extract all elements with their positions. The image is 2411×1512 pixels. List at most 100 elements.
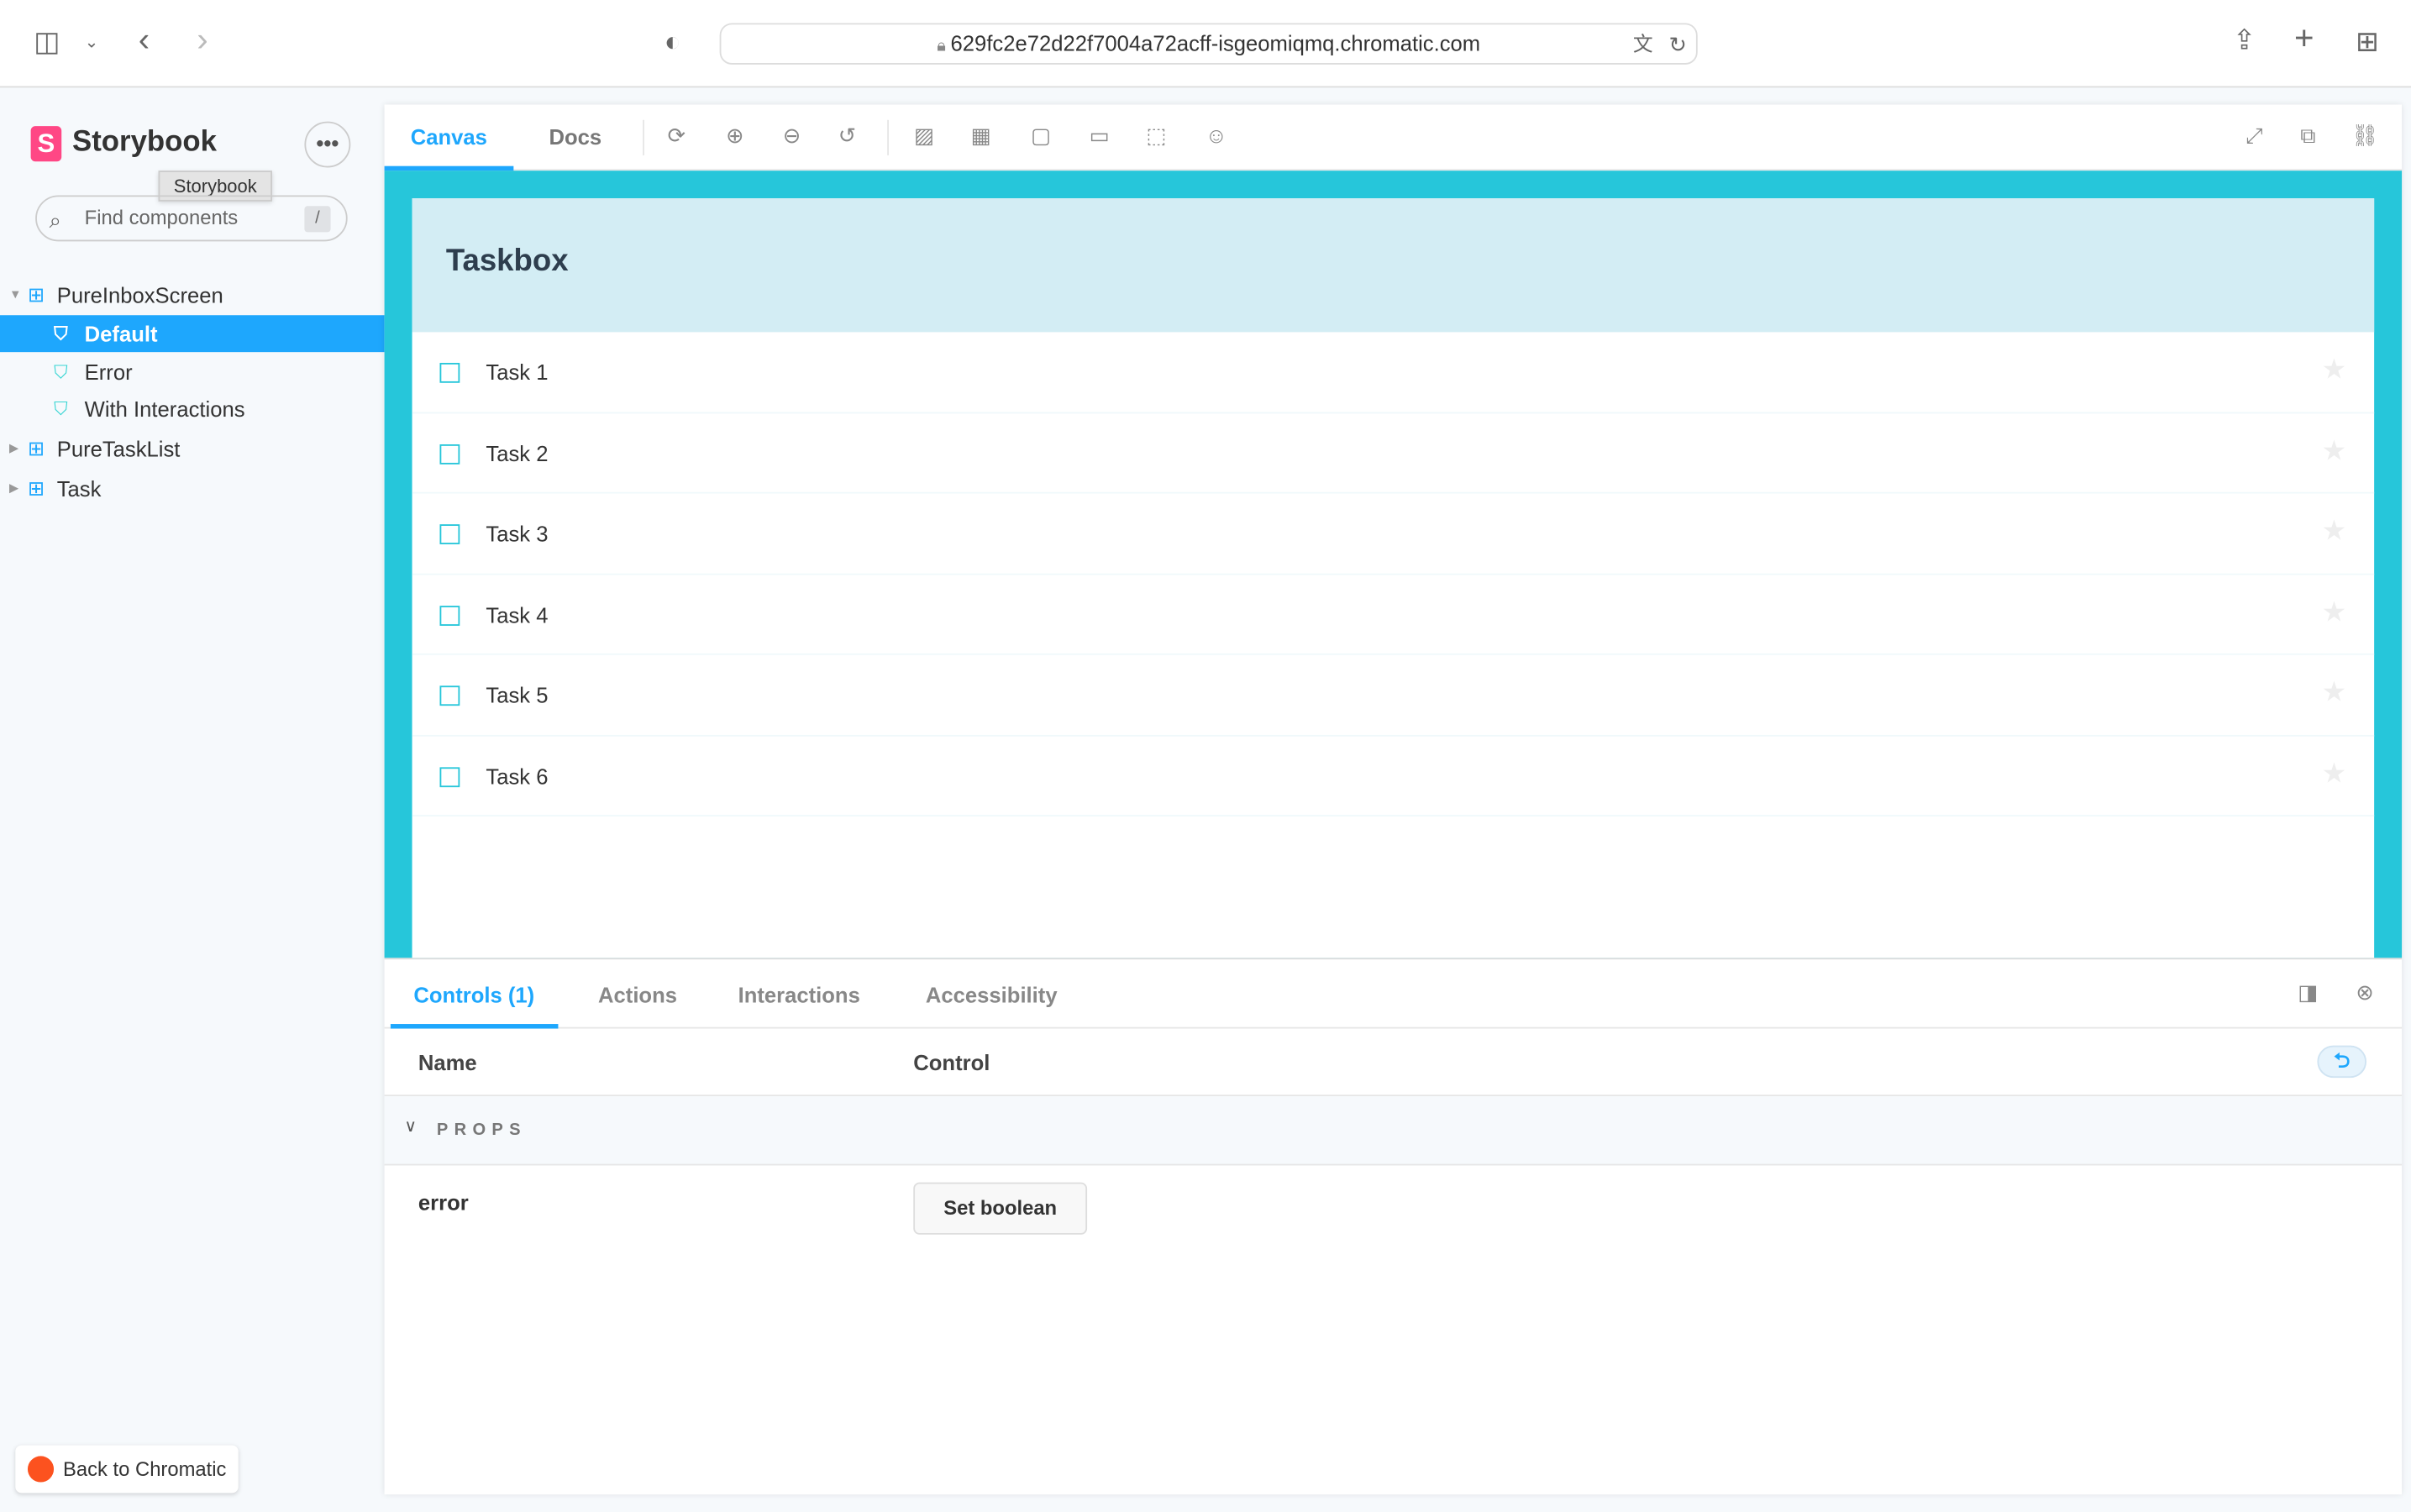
address-bar[interactable]: 🔒︎ 629fc2e72d22f7004a72acff-isgeomiqmq.c… [719, 23, 1698, 65]
task-title[interactable]: Task 6 [486, 764, 548, 788]
task-row: Task 2 ★ [412, 412, 2375, 494]
taskbox: Taskbox Task 1 ★ Task 2 ★ Task 3 ★ Task 4 ★ Task… [412, 198, 2375, 958]
controls-header: Name Control ⮌ [384, 1029, 2403, 1097]
browser-toolbar: ◫ ⌄ ‹ › ◐ 🔒︎ 629fc2e72d22f7004a72acff-is… [0, 0, 2411, 88]
task-row: Task 6 ★ [412, 736, 2375, 816]
caret-right-icon: ▶ [8, 480, 19, 496]
task-title[interactable]: Task 3 [486, 522, 548, 546]
chromatic-logo-icon [27, 1456, 55, 1483]
props-section[interactable]: ∨ PROPS [384, 1096, 2403, 1166]
shortcut-key: / [304, 206, 331, 233]
sidebar-item-default[interactable]: ⛉ Default [0, 315, 385, 353]
reload-icon[interactable]: ↻ [1668, 29, 1686, 60]
bookmark-icon: ⛉ [54, 398, 68, 420]
chevron-down-icon: ∨ [404, 1117, 418, 1137]
fullscreen-icon[interactable]: ⤢ [2240, 123, 2268, 149]
back-icon[interactable]: ‹ [139, 23, 150, 56]
search-input[interactable]: ⌕ Find components / [35, 195, 348, 242]
task-title[interactable]: Task 5 [486, 683, 548, 707]
task-title[interactable]: Task 4 [486, 602, 548, 627]
search-placeholder: Find components [84, 206, 239, 229]
zoom-out-icon[interactable]: ⊖ [778, 123, 806, 149]
task-title[interactable]: Task 2 [486, 440, 548, 465]
task-title[interactable]: Task 1 [486, 360, 548, 384]
back-to-chromatic-button[interactable]: Back to Chromatic [15, 1445, 239, 1494]
share-icon[interactable]: ⇪ [2233, 24, 2256, 55]
storybook-logo: S [30, 126, 62, 162]
sidebar-item-task[interactable]: ▶ ⊞ Task [0, 470, 385, 507]
component-icon: ⊞ [27, 436, 45, 460]
preview-toolbar: Canvas Docs ⟳ ⊕ ⊖ ↺ ▨ ▦ ▢ ▭ ⬚ ☺ ⤢ ⧉ ⛓ [384, 104, 2403, 171]
tab-canvas[interactable]: Canvas [384, 104, 514, 171]
control-header: Control [913, 1050, 990, 1075]
sidebar-item-with-interactions[interactable]: ⛉ With Interactions [0, 391, 385, 428]
sidebar-item-pureinboxscreen[interactable]: ▼ ⊞ PureInboxScreen [0, 276, 385, 313]
tab-accessibility[interactable]: Accessibility [926, 959, 1058, 1028]
task-checkbox[interactable] [439, 524, 460, 544]
item-label: Default [84, 321, 158, 346]
tab-interactions[interactable]: Interactions [738, 959, 860, 1028]
task-row: Task 3 ★ [412, 494, 2375, 575]
copy-link-icon[interactable]: ⛓ [2351, 123, 2379, 149]
tab-actions[interactable]: Actions [598, 959, 677, 1028]
menu-button[interactable]: ••• [304, 121, 351, 168]
component-icon: ⊞ [27, 282, 45, 307]
bookmark-icon: ⛉ [54, 323, 68, 345]
section-label: PROPS [436, 1121, 527, 1140]
panel-orientation-icon[interactable]: ◨ [2294, 979, 2322, 1005]
star-icon[interactable]: ★ [2322, 434, 2347, 466]
translate-icon[interactable]: 文 [1633, 29, 1653, 60]
control-row: error Set boolean [385, 1165, 2402, 1257]
lock-icon: 🔒︎ [937, 36, 951, 55]
reset-controls-button[interactable]: ⮌ [2317, 1045, 2366, 1079]
name-header: Name [418, 1050, 477, 1075]
task-row: Task 5 ★ [412, 655, 2375, 736]
zoom-reset-icon[interactable]: ↺ [833, 123, 861, 149]
task-row: Task 1 ★ [412, 332, 2375, 413]
set-boolean-button[interactable]: Set boolean [913, 1182, 1088, 1235]
prop-name: error [418, 1189, 469, 1215]
star-icon[interactable]: ★ [2322, 757, 2347, 789]
remount-icon[interactable]: ⟳ [663, 123, 691, 149]
star-icon[interactable]: ★ [2322, 676, 2347, 708]
zoom-in-icon[interactable]: ⊕ [721, 123, 749, 149]
sidebar-item-puretasklist[interactable]: ▶ ⊞ PureTaskList [0, 431, 385, 468]
tab-docs[interactable]: Docs [549, 104, 601, 171]
task-checkbox[interactable] [439, 766, 460, 787]
item-label: Task [56, 476, 102, 501]
shield-icon[interactable]: ◐ [664, 26, 681, 57]
open-new-tab-icon[interactable]: ⧉ [2294, 123, 2322, 149]
outline-icon[interactable]: ⬚ [1142, 123, 1170, 149]
new-tab-icon[interactable]: + [2294, 21, 2314, 55]
task-row: Task 4 ★ [412, 575, 2375, 655]
viewport-icon[interactable]: ▢ [1027, 123, 1055, 149]
grid-icon[interactable]: ▦ [967, 123, 995, 149]
sidebar-toggle-icon[interactable]: ◫ [34, 26, 60, 57]
measure-icon[interactable]: ▭ [1085, 123, 1113, 149]
star-icon[interactable]: ★ [2322, 354, 2347, 386]
preview-canvas: Taskbox Task 1 ★ Task 2 ★ Task 3 ★ Task 4 ★ Task… [384, 171, 2403, 958]
star-icon[interactable]: ★ [2322, 596, 2347, 627]
page-title: Taskbox [445, 244, 569, 279]
tab-controls[interactable]: Controls (1) [390, 959, 558, 1029]
item-label: Error [84, 360, 133, 385]
main-panel: Canvas Docs ⟳ ⊕ ⊖ ↺ ▨ ▦ ▢ ▭ ⬚ ☺ ⤢ ⧉ ⛓ Ta… [384, 104, 2403, 1495]
accessibility-icon[interactable]: ☺ [1202, 123, 1230, 147]
task-checkbox[interactable] [439, 362, 460, 383]
item-label: PureTaskList [56, 436, 181, 462]
task-checkbox[interactable] [439, 605, 460, 626]
task-checkbox[interactable] [439, 444, 460, 464]
chevron-down-icon[interactable]: ⌄ [85, 28, 99, 59]
tab-overview-icon[interactable]: ⊞ [2356, 26, 2379, 57]
sidebar-item-error[interactable]: ⛉ Error [0, 354, 385, 391]
caret-down-icon: ▼ [8, 287, 22, 302]
brand-name[interactable]: Storybook [72, 126, 217, 160]
url-text: 629fc2e72d22f7004a72acff-isgeomiqmq.chro… [950, 30, 1481, 55]
close-panel-icon[interactable]: ⊗ [2351, 979, 2379, 1005]
task-checkbox[interactable] [439, 685, 460, 706]
item-label: With Interactions [84, 396, 245, 422]
background-icon[interactable]: ▨ [911, 123, 938, 149]
star-icon[interactable]: ★ [2322, 515, 2347, 547]
addon-tabs: Controls (1) Actions Interactions Access… [384, 959, 2403, 1029]
forward-icon[interactable]: › [197, 23, 207, 56]
